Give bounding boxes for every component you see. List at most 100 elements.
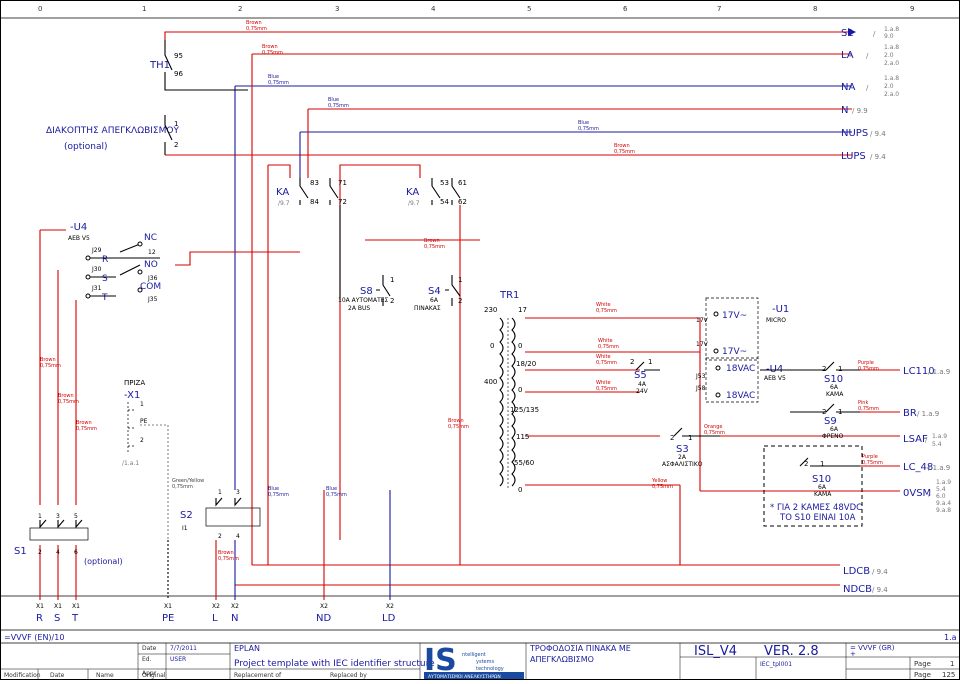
lbl-pink-size: 0,75mm [858, 406, 879, 412]
tr-0a: 0 [490, 342, 494, 350]
wire-ka1-a [268, 164, 291, 178]
term-n-ref: / 9.9 [852, 107, 868, 115]
lbl-brown-size-i: 0,75mm [218, 556, 239, 562]
term-la-a: 1.a.8 [884, 44, 899, 51]
terminal-t-label: T [71, 613, 79, 624]
s2-i1: I1 [182, 525, 188, 532]
term-ndcb: NDCB [843, 584, 872, 595]
s10-2: 2 [822, 365, 826, 373]
u1-pin-b [713, 348, 719, 354]
terminal-pe: X1 PE [162, 603, 174, 624]
u1-label: -U1 [772, 304, 789, 315]
ka1-ref: /9.7 [278, 200, 290, 207]
term-lups-ref: / 9.4 [870, 153, 886, 161]
term-la: LA [841, 50, 854, 61]
s1-6: 6 [74, 549, 78, 556]
components: TH1 95 96 ΔΙΑΚΟΠΤΗΣ ΑΠΕΓΚΛΩΒΙΣΜΟΥ (optio… [14, 40, 863, 566]
u4b-18vac-a: 18VAC [726, 364, 755, 374]
s5-t1: 4A [638, 381, 647, 388]
col-2: 2 [238, 5, 242, 13]
pe-dashed [140, 424, 169, 540]
term-br: BR [903, 408, 917, 419]
lbl-brown-size-e: 0,75mm [40, 363, 61, 369]
u4b-18vac-b: 18VAC [726, 391, 755, 401]
ka2-54: 54 [440, 198, 449, 206]
s10b-note1: * ΓΙΑ 2 ΚΑΜΕΣ 48VDC [770, 503, 862, 513]
terminal-n: X2 N [231, 603, 239, 624]
u4b-pin-a [715, 365, 721, 371]
lbl-brown-size-c: 0,75mm [614, 149, 635, 155]
term-ovsm-d: 9.a.4 [936, 500, 951, 507]
terminal-l: X2 L [212, 603, 220, 624]
tb-eq1: = VVVF (GR) [850, 644, 895, 652]
term-ovsm: 0VSM [903, 488, 931, 499]
col-8: 8 [813, 5, 817, 13]
s1-box [29, 527, 89, 541]
term-na-b: 2.0 [884, 83, 894, 90]
ka1-83: 83 [310, 179, 319, 187]
lbl-brown-size-d: 0,75mm [424, 244, 445, 250]
u4-j36: J36 [147, 275, 158, 282]
lbl-white-size-b: 0,75mm [598, 344, 619, 350]
lbl-white-size-d: 0,75mm [596, 386, 617, 392]
switch-optional: (optional) [64, 142, 108, 152]
s1-optional: (optional) [84, 557, 123, 566]
tb-replaced: Replaced by [330, 672, 367, 679]
s4-1: 1 [458, 276, 462, 284]
tr-400: 400 [484, 378, 497, 386]
term-lc48-ref: / 1.a.9 [928, 464, 950, 472]
ka1-71: 71 [338, 179, 347, 187]
u4-sub: AEB V5 [68, 235, 90, 242]
terminal-l-strip: X2 [212, 603, 220, 610]
u4-j30: J30 [91, 266, 102, 273]
tr-0d: 0 [518, 486, 522, 494]
terminal-s-strip: X1 [54, 603, 62, 610]
lbl-brown-size-a: 0,75mm [246, 26, 267, 32]
col-6: 6 [623, 5, 628, 13]
terminal-r-label: R [36, 613, 43, 624]
terminal-n-strip: X2 [231, 603, 239, 610]
term-s1-a: 1.a.8 [884, 26, 899, 33]
col-5: 5 [527, 5, 531, 13]
tr1-label: TR1 [499, 290, 519, 301]
terminal-ld-strip: X2 [386, 603, 394, 610]
logo-line1: ntelligent [462, 652, 486, 658]
terminal-nd-label: ND [316, 613, 331, 624]
tb-date2: Date [50, 672, 65, 679]
terminal-nd: X2 ND [316, 603, 331, 624]
term-ovsm-a: 1.a.9 [936, 479, 951, 486]
tr-0c: 0 [518, 386, 522, 394]
term-s1-b: 9.0 [884, 33, 894, 40]
x1-socket [127, 402, 136, 452]
footer-right-ref: 1.a [944, 633, 957, 642]
s10b-t1: 6A [818, 484, 827, 491]
s5-t2: 24V [636, 388, 649, 395]
ka2-label: KA [406, 187, 419, 198]
lbl-gy-size: 0,75mm [172, 484, 193, 490]
lbl-brown-size-h: 0,75mm [448, 424, 469, 430]
ka2-62: 62 [458, 198, 467, 206]
tb-project: Project template with IEC identifier str… [234, 659, 435, 669]
terminal-l-label: L [212, 613, 218, 624]
col-1: 1 [142, 5, 146, 13]
x1-label: -X1 [124, 390, 140, 401]
lbl-brown-size-b: 0,75mm [262, 50, 283, 56]
lbl-blue-size-c: 0,75mm [578, 126, 599, 132]
lbl-orange-size: 0,75mm [704, 430, 725, 436]
u4b-pin-b [715, 392, 721, 398]
switch-2: 2 [174, 141, 178, 149]
logo-line2: ystems [476, 659, 494, 665]
term-lups: LUPS [841, 151, 866, 162]
u4b-sub: AEB V5 [764, 375, 786, 382]
terminal-s: X1 S [54, 603, 62, 624]
s1-5: 5 [74, 513, 78, 520]
wire-s1 [164, 31, 848, 40]
tr1-primary-coil [499, 317, 504, 487]
s10-t2: ΚΑΜΑ [826, 391, 844, 398]
s3-2: 2 [670, 434, 674, 442]
term-lc110-ref: / 1.a.9 [928, 368, 950, 376]
terminal-ld-label: LD [382, 613, 396, 624]
logo-line3: technology [476, 666, 504, 672]
tb-name: Name [96, 672, 114, 679]
term-la-c: 2.a.0 [884, 60, 899, 67]
